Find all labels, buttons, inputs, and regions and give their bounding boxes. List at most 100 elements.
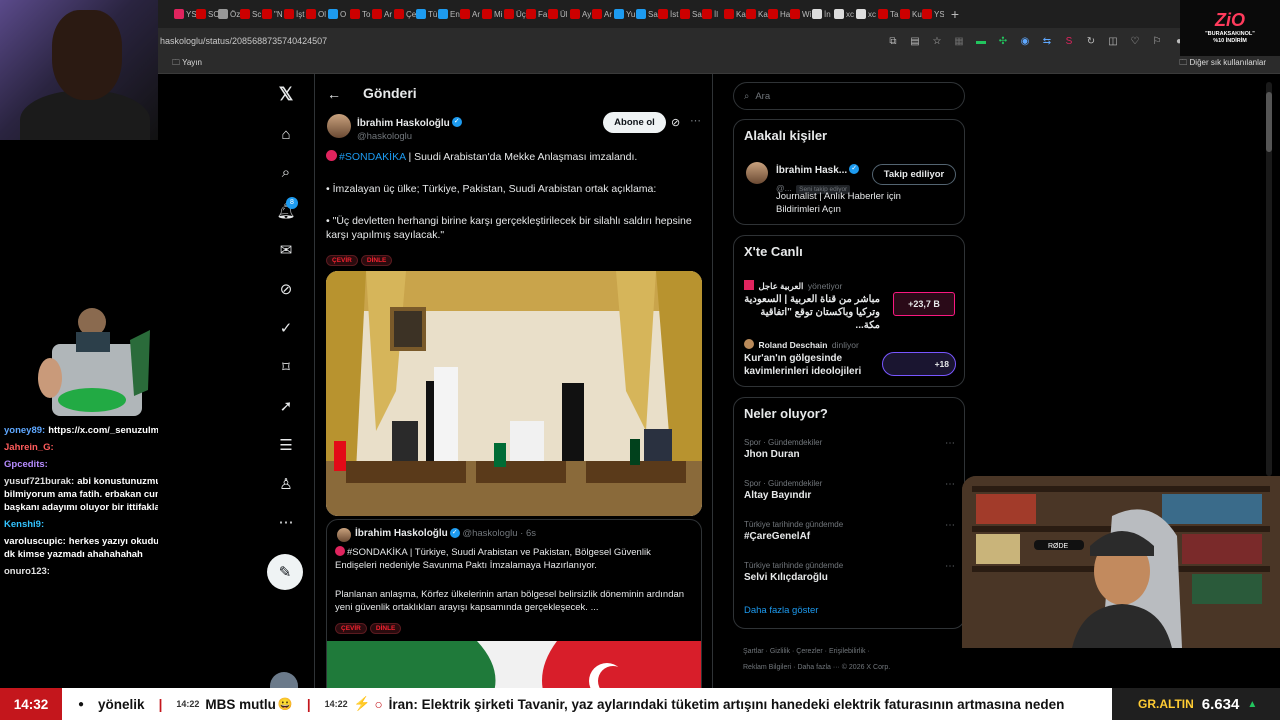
browser-tab[interactable]: Ay bbox=[570, 3, 592, 25]
refresh-icon[interactable]: ↻ bbox=[1080, 36, 1102, 47]
browser-tab[interactable]: Ol bbox=[306, 3, 328, 25]
related-avatar[interactable] bbox=[746, 162, 768, 184]
trend-more-icon[interactable]: ⋯ bbox=[945, 438, 956, 449]
url-text[interactable]: haskologlu/status/2085688735740424507 bbox=[160, 36, 327, 46]
browser-tab[interactable]: İst bbox=[658, 3, 680, 25]
author-avatar[interactable] bbox=[327, 114, 351, 138]
address-bar[interactable]: haskologlu/status/2085688735740424507 ⧉ … bbox=[158, 28, 1280, 54]
footer-line-2[interactable]: Reklam Bilgileri · Daha fazla ··· © 2026… bbox=[743, 660, 890, 676]
hashtag-link[interactable]: #SONDAKİKA bbox=[339, 151, 406, 163]
trend-item[interactable]: Türkiye tarihinde gündemde Selvi Kılıçdar… bbox=[744, 561, 956, 583]
related-name[interactable]: İbrahim Hask... bbox=[776, 165, 847, 176]
browser-tab[interactable]: Ku bbox=[900, 3, 922, 25]
live-item-2-listeners[interactable]: +18 bbox=[882, 352, 956, 376]
reader-icon[interactable]: ▤ bbox=[904, 36, 926, 47]
home-icon[interactable]: ⌂ bbox=[276, 124, 296, 144]
account-avatar[interactable] bbox=[270, 672, 298, 688]
lists-icon[interactable]: ☰ bbox=[276, 435, 296, 455]
back-arrow-icon[interactable]: ← bbox=[327, 86, 341, 102]
live-item-2-title[interactable]: Kur'an'ın gölgesinde kavimlerinleri ideo… bbox=[744, 352, 880, 378]
listen-pill[interactable]: DİNLE bbox=[360, 255, 393, 266]
browser-tab[interactable]: xc bbox=[834, 3, 856, 25]
browser-tab[interactable]: İşt bbox=[284, 3, 306, 25]
jobs-icon[interactable]: ➚ bbox=[276, 396, 296, 416]
post-more-icon[interactable]: ⋯ bbox=[690, 114, 701, 127]
quoted-post[interactable]: İbrahim Haskoloğlu ✓ @haskologlu · 6s #SO… bbox=[326, 519, 702, 688]
extension-s-icon[interactable]: S bbox=[1058, 36, 1080, 47]
trend-more-icon[interactable]: ⋯ bbox=[945, 520, 956, 531]
browser-tab[interactable]: Üç bbox=[504, 3, 526, 25]
browser-tab[interactable]: Ka bbox=[746, 3, 768, 25]
search-icon[interactable]: ⌕ bbox=[276, 162, 296, 182]
translate-pill[interactable]: ÇEVİR bbox=[326, 255, 358, 266]
browser-tab[interactable]: YS bbox=[922, 3, 944, 25]
extension-icon[interactable]: ▦ bbox=[948, 36, 970, 47]
x-logo-icon[interactable]: 𝕏 bbox=[276, 84, 296, 104]
browser-tab[interactable]: Sc bbox=[240, 3, 262, 25]
browser-tab[interactable]: Mi bbox=[482, 3, 504, 25]
bookmarks-icon[interactable]: ⌑ bbox=[276, 357, 296, 377]
premium-icon[interactable]: ✓ bbox=[276, 318, 296, 338]
browser-tab[interactable]: Ül bbox=[548, 3, 570, 25]
grok-explain-icon[interactable]: ⊘ bbox=[671, 116, 680, 129]
extension-green-icon[interactable]: ▬ bbox=[970, 36, 992, 47]
extension-blue-icon[interactable]: ◉ bbox=[1014, 36, 1036, 47]
trend-item[interactable]: Spor · Gündemdekiler Altay Bayındır ⋯ bbox=[744, 479, 956, 501]
extension-puzzle-icon[interactable]: ✣ bbox=[992, 36, 1014, 47]
star-icon[interactable]: ☆ bbox=[926, 36, 948, 47]
browser-tab[interactable]: O bbox=[328, 3, 350, 25]
trend-more-icon[interactable]: ⋯ bbox=[945, 561, 956, 572]
show-more-link[interactable]: Daha fazla göster bbox=[744, 605, 818, 616]
browser-tab[interactable]: İn bbox=[812, 3, 834, 25]
browser-tab[interactable]: Ta bbox=[878, 3, 900, 25]
subscribe-button[interactable]: Abone ol bbox=[603, 112, 666, 133]
translate-icon[interactable]: ⇆ bbox=[1036, 36, 1058, 47]
collections-icon[interactable]: ♡ bbox=[1124, 36, 1146, 47]
compose-post-button[interactable]: ✎ bbox=[267, 554, 303, 590]
author-name[interactable]: İbrahim Haskoloğlu bbox=[357, 118, 450, 129]
favorites-icon[interactable]: ⚐ bbox=[1146, 36, 1168, 47]
browser-tab[interactable]: To bbox=[350, 3, 372, 25]
browser-tab[interactable]: "N bbox=[262, 3, 284, 25]
bookmark-folder-yayin[interactable]: 🗀 Yayın bbox=[172, 57, 202, 71]
live-item-1-listeners[interactable]: +23,7 B bbox=[893, 292, 955, 316]
trend-more-icon[interactable]: ⋯ bbox=[945, 479, 956, 490]
browser-tab[interactable]: En bbox=[438, 3, 460, 25]
browser-tab[interactable]: İl bbox=[702, 3, 724, 25]
quote-author-name[interactable]: İbrahim Haskoloğlu bbox=[355, 528, 448, 539]
browser-tab[interactable]: Ar bbox=[460, 3, 482, 25]
page-scrollbar[interactable] bbox=[1265, 82, 1273, 476]
trend-item[interactable]: Spor · Gündemdekiler Jhon Duran ⋯ bbox=[744, 438, 956, 460]
tweet-photo[interactable] bbox=[326, 271, 702, 516]
browser-tab[interactable]: Öz bbox=[218, 3, 240, 25]
browser-tab[interactable]: Çe bbox=[394, 3, 416, 25]
grok-icon[interactable]: ⊘ bbox=[276, 279, 296, 299]
browser-tab[interactable]: Sa bbox=[680, 3, 702, 25]
browser-tab[interactable]: Yu bbox=[614, 3, 636, 25]
profile-icon[interactable]: ♙ bbox=[276, 474, 296, 494]
live-item-1-title[interactable]: مباشر من قناة العربية | السعودية وتركيا … bbox=[744, 293, 880, 332]
browser-tab[interactable]: Ka bbox=[724, 3, 746, 25]
messages-icon[interactable]: ✉ bbox=[276, 240, 296, 260]
bookmark-other-favorites[interactable]: 🗀 Diğer sık kullanılanlar bbox=[1179, 57, 1266, 71]
author-handle[interactable]: @haskologlu bbox=[357, 131, 462, 142]
browser-tab[interactable]: xc bbox=[856, 3, 878, 25]
following-button[interactable]: Takip ediliyor bbox=[872, 164, 956, 185]
trend-item[interactable]: Türkiye tarihinde gündemde #ÇareGenelAf ⋯ bbox=[744, 520, 956, 542]
browser-tab[interactable]: YS bbox=[174, 3, 196, 25]
browser-tab[interactable]: Ar bbox=[372, 3, 394, 25]
split-icon[interactable]: ◫ bbox=[1102, 36, 1124, 47]
install-icon[interactable]: ⧉ bbox=[882, 36, 904, 47]
quote-listen-pill[interactable]: DİNLE bbox=[369, 623, 402, 634]
new-tab-button[interactable]: + bbox=[944, 3, 966, 25]
more-icon[interactable]: ⋯ bbox=[276, 512, 296, 532]
quote-translate-pill[interactable]: ÇEVİR bbox=[335, 623, 367, 634]
footer-line-1[interactable]: Şartlar · Gizlilik · Çerezler · Erişileb… bbox=[743, 644, 890, 660]
browser-tab[interactable]: Sa bbox=[636, 3, 658, 25]
browser-tab[interactable]: SC bbox=[196, 3, 218, 25]
notifications-icon[interactable]: 🔔︎ 8 bbox=[276, 197, 298, 221]
browser-tab[interactable]: Fa bbox=[526, 3, 548, 25]
browser-tab[interactable]: Ar bbox=[592, 3, 614, 25]
browser-tab[interactable]: Ha bbox=[768, 3, 790, 25]
browser-tab[interactable]: Tü bbox=[416, 3, 438, 25]
